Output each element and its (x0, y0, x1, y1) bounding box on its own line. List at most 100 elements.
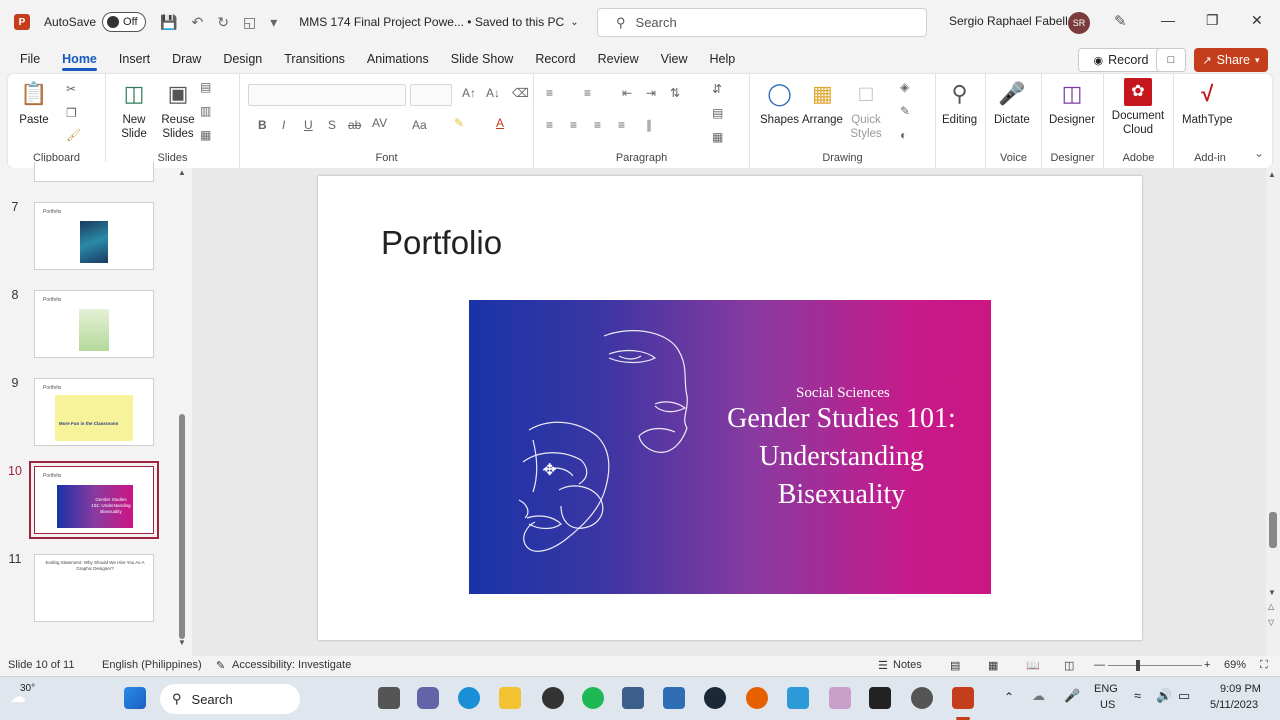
tab-review[interactable]: Review (587, 44, 650, 74)
font-size-select[interactable] (410, 84, 452, 106)
share-button[interactable]: ↗ Share ▾ (1194, 48, 1268, 72)
battery-icon[interactable]: ▭ (1178, 688, 1190, 704)
chrome-icon[interactable] (911, 687, 933, 709)
tab-draw[interactable]: Draw (161, 44, 212, 74)
accessibility-status[interactable]: Accessibility: Investigate (232, 659, 351, 671)
pen-icon[interactable]: ✎ (1114, 12, 1127, 30)
task-view-icon[interactable] (378, 687, 400, 709)
section-icon[interactable]: ▦ (200, 128, 211, 142)
language-indicator-1[interactable]: ENG (1094, 683, 1118, 695)
microphone-icon[interactable]: 🎤 (1064, 688, 1080, 704)
tab-insert[interactable]: Insert (108, 44, 161, 74)
slide-thumbnail-10[interactable]: Portfolio Gender Studies 101: Understand… (29, 461, 159, 539)
dictate-button[interactable]: 🎤 Dictate (994, 78, 1030, 127)
notes-button[interactable]: Notes (893, 659, 922, 671)
zoom-in-icon[interactable]: + (1204, 659, 1210, 671)
edge-icon[interactable] (458, 687, 480, 709)
slide-thumbnail-11[interactable]: Ending Statement: Why Should We Hire You… (34, 554, 154, 622)
teams-icon[interactable] (417, 687, 439, 709)
shape-outline-icon[interactable]: ✎ (900, 104, 910, 118)
record-button[interactable]: ◉ Record (1078, 48, 1164, 72)
align-center-icon[interactable]: ≡ (570, 118, 577, 132)
tab-slide-show[interactable]: Slide Show (440, 44, 525, 74)
smartart-icon[interactable]: ▦ (712, 130, 723, 144)
present-icon[interactable]: ◱ (243, 14, 256, 31)
tab-animations[interactable]: Animations (356, 44, 440, 74)
autosave-toggle[interactable]: Off (102, 12, 147, 32)
decrease-font-icon[interactable]: A↓ (486, 86, 500, 100)
clear-format-icon[interactable]: ⌫ (512, 86, 529, 100)
shapes-button[interactable]: ◯ Shapes (760, 78, 799, 127)
scroll-down-icon[interactable]: ▼ (178, 638, 186, 647)
numbering-icon[interactable]: ≡ (584, 86, 591, 100)
columns-icon[interactable]: ∥ (646, 118, 652, 132)
paste-button[interactable]: 📋 Paste (18, 78, 50, 127)
italic-icon[interactable]: I (282, 118, 285, 132)
zoom-slider-thumb[interactable] (1136, 660, 1140, 671)
slide-sorter-icon[interactable]: ▦ (988, 659, 998, 672)
next-slide-icon[interactable]: ▽ (1268, 618, 1274, 627)
align-left-icon[interactable]: ≡ (546, 118, 553, 132)
bullets-icon[interactable]: ≡ (546, 86, 553, 100)
obs-icon[interactable] (542, 687, 564, 709)
slide-thumbnail-8[interactable]: Portfolio (34, 290, 154, 358)
document-cloud-button[interactable]: ✿ Document Cloud (1108, 78, 1168, 137)
strikethrough-icon[interactable]: ab (348, 118, 361, 132)
redo-icon[interactable]: ↻ (217, 14, 229, 31)
increase-indent-icon[interactable]: ⇥ (646, 86, 656, 100)
tab-view[interactable]: View (650, 44, 699, 74)
chevron-down-icon[interactable]: ⌄ (570, 17, 578, 28)
tab-file[interactable]: File (9, 44, 51, 74)
character-spacing-icon[interactable]: AV (372, 116, 387, 130)
text-direction-icon[interactable]: ⇵ (712, 82, 722, 96)
save-icon[interactable]: 💾 (160, 14, 177, 31)
tab-home[interactable]: Home (51, 44, 108, 74)
onedrive-icon[interactable]: ☁ (1032, 688, 1045, 704)
reuse-slides-button[interactable]: ▣ Reuse Slides (158, 78, 198, 141)
layout-icon[interactable]: ▤ (200, 80, 211, 94)
scroll-up-icon[interactable]: ▲ (178, 168, 186, 177)
shadow-icon[interactable]: S (328, 118, 336, 132)
word-app-icon[interactable] (787, 687, 809, 709)
current-slide[interactable]: Portfolio Social Sciences Gender Studies… (318, 176, 1142, 640)
scrollbar-thumb[interactable] (179, 414, 185, 639)
slide-image[interactable]: Social Sciences Gender Studies 101: Unde… (469, 300, 991, 594)
spotify-icon[interactable] (582, 687, 604, 709)
document-title[interactable]: MMS 174 Final Project Powe... • Saved to… (299, 15, 564, 29)
highlight-icon[interactable]: ✎ (454, 116, 464, 130)
quick-styles-button[interactable]: □ Quick Styles (846, 78, 886, 141)
underline-icon[interactable]: U (304, 118, 313, 132)
arrange-button[interactable]: ▦ Arrange (802, 78, 843, 127)
volume-icon[interactable]: 🔊 (1156, 688, 1172, 704)
scroll-down-icon[interactable]: ▼ (1268, 588, 1276, 597)
align-text-icon[interactable]: ▤ (712, 106, 723, 120)
copy-icon[interactable]: ❐ (66, 106, 77, 120)
thumbnails-scrollbar[interactable]: ▲ ▼ (178, 168, 186, 650)
slide-thumbnail-7[interactable]: Portfolio (34, 202, 154, 270)
avatar[interactable]: SR (1068, 12, 1090, 34)
align-right-icon[interactable]: ≡ (594, 118, 601, 132)
steam-icon[interactable] (704, 687, 726, 709)
taskbar-search[interactable]: ⚲ Search (160, 684, 300, 714)
language-indicator-2[interactable]: US (1100, 699, 1115, 711)
epic-games-icon[interactable] (869, 687, 891, 709)
slide-thumbnail-9[interactable]: Portfolio More Fun in the Classroom! (34, 378, 154, 446)
fit-to-window-icon[interactable]: ⛶ (1260, 659, 1268, 672)
normal-view-icon[interactable]: ▤ (950, 659, 960, 672)
font-family-select[interactable] (248, 84, 406, 106)
chevron-up-icon[interactable]: ⌃ (1004, 690, 1014, 704)
clock-time[interactable]: 9:09 PM (1220, 683, 1261, 695)
firefox-icon[interactable] (746, 687, 768, 709)
justify-icon[interactable]: ≡ (618, 118, 625, 132)
format-painter-icon[interactable]: 🖌 (66, 128, 81, 142)
weather-temp[interactable]: 30° (20, 683, 35, 694)
line-spacing-icon[interactable]: ⇅ (670, 86, 680, 100)
wifi-icon[interactable]: ≈ (1134, 688, 1141, 703)
zoom-level[interactable]: 69% (1224, 659, 1246, 671)
collapse-ribbon-icon[interactable]: ⌄ (1254, 146, 1264, 160)
notepad-icon[interactable] (663, 687, 685, 709)
close-icon[interactable]: ✕ (1251, 12, 1263, 29)
tab-record[interactable]: Record (524, 44, 586, 74)
zoom-slider[interactable] (1108, 665, 1202, 666)
reset-icon[interactable]: ▥ (200, 104, 211, 118)
